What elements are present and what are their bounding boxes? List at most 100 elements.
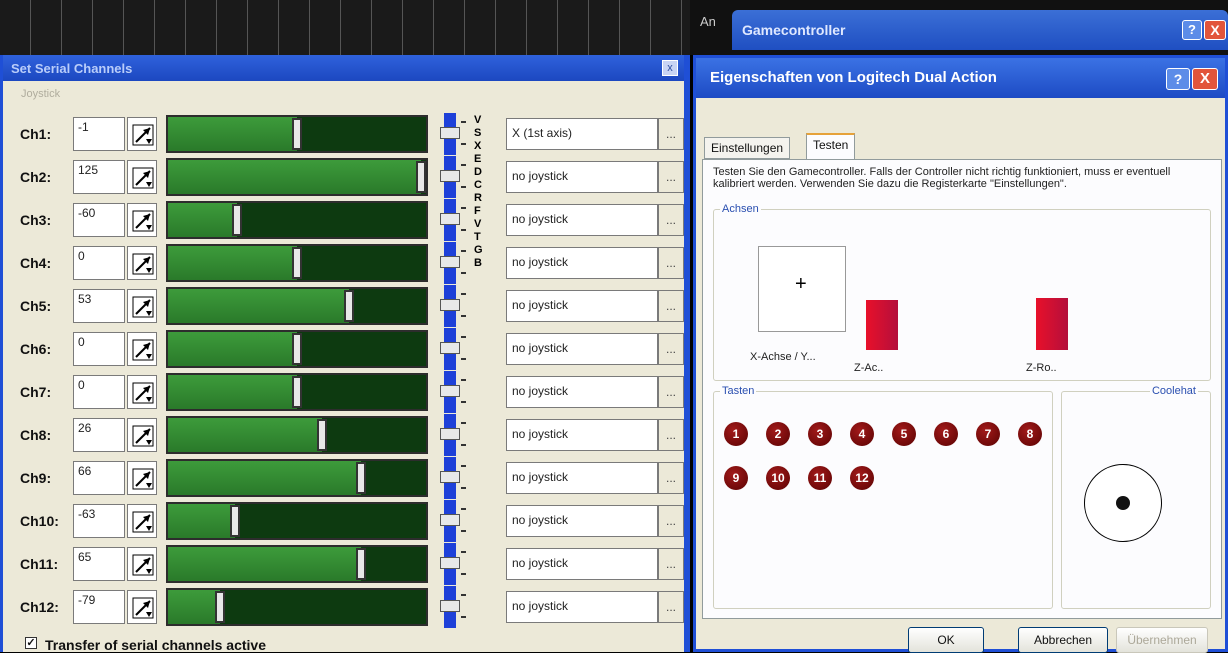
channel-config-button[interactable] <box>127 547 157 581</box>
channel-slider-thumb[interactable] <box>356 462 366 494</box>
apply-button[interactable]: Übernehmen <box>1116 627 1208 653</box>
joystick-assignment-field[interactable]: no joystick <box>506 419 658 451</box>
joystick-browse-button[interactable]: ... <box>658 419 684 451</box>
properties-help-button[interactable]: ? <box>1166 68 1190 90</box>
channel-value-field[interactable]: -63 <box>73 504 125 538</box>
gamecontroller-close-button[interactable]: X <box>1204 20 1226 40</box>
channel-slider-thumb[interactable] <box>356 548 366 580</box>
channel-slider[interactable] <box>166 373 428 411</box>
channel-value-field[interactable]: 0 <box>73 332 125 366</box>
trim-thumb[interactable] <box>440 385 460 397</box>
trim-thumb[interactable] <box>440 256 460 268</box>
channel-slider-thumb[interactable] <box>292 376 302 408</box>
channel-config-button[interactable] <box>127 590 157 624</box>
channel-config-button[interactable] <box>127 160 157 194</box>
transfer-option[interactable]: ✓ Transfer of serial channels active <box>25 637 266 653</box>
joystick-browse-button[interactable]: ... <box>658 290 684 322</box>
trim-thumb[interactable] <box>440 127 460 139</box>
trim-thumb[interactable] <box>440 514 460 526</box>
joystick-browse-button[interactable]: ... <box>658 118 684 150</box>
channel-value-field[interactable]: -60 <box>73 203 125 237</box>
channel-config-button[interactable] <box>127 461 157 495</box>
channel-value-field[interactable]: -79 <box>73 590 125 624</box>
channel-value-field[interactable]: 0 <box>73 246 125 280</box>
channel-slider[interactable] <box>166 244 428 282</box>
ok-button[interactable]: OK <box>908 627 984 653</box>
joystick-browse-button[interactable]: ... <box>658 161 684 193</box>
joystick-assignment-field[interactable]: no joystick <box>506 462 658 494</box>
channel-value-field[interactable]: 0 <box>73 375 125 409</box>
tab-einstellungen[interactable]: Einstellungen <box>704 137 791 159</box>
channel-value-field[interactable]: 66 <box>73 461 125 495</box>
channel-slider[interactable] <box>166 287 428 325</box>
transfer-checkbox[interactable]: ✓ <box>25 637 37 649</box>
channel-config-button[interactable] <box>127 289 157 323</box>
channel-slider-thumb[interactable] <box>292 333 302 365</box>
trim-thumb[interactable] <box>440 428 460 440</box>
joystick-browse-button[interactable]: ... <box>658 591 684 623</box>
channel-slider[interactable] <box>166 158 428 196</box>
channel-slider[interactable] <box>166 459 428 497</box>
channel-slider-thumb[interactable] <box>292 118 302 150</box>
channel-value-field[interactable]: 26 <box>73 418 125 452</box>
joystick-assignment-field[interactable]: X (1st axis) <box>506 118 658 150</box>
trim-thumb[interactable] <box>440 213 460 225</box>
channel-value-field[interactable]: 125 <box>73 160 125 194</box>
joystick-browse-button[interactable]: ... <box>658 376 684 408</box>
channel-config-button[interactable] <box>127 246 157 280</box>
joystick-browse-button[interactable]: ... <box>658 333 684 365</box>
trim-thumb[interactable] <box>440 342 460 354</box>
channel-config-button[interactable] <box>127 504 157 538</box>
joystick-assignment-field[interactable]: no joystick <box>506 333 658 365</box>
trim-thumb[interactable] <box>440 299 460 311</box>
channel-config-button[interactable] <box>127 332 157 366</box>
joystick-assignment-field[interactable]: no joystick <box>506 161 658 193</box>
serial-close-button[interactable]: x <box>662 60 678 76</box>
trim-thumb[interactable] <box>440 170 460 182</box>
gamecontroller-titlebar: Gamecontroller ? X <box>732 10 1228 50</box>
channel-slider-thumb[interactable] <box>317 419 327 451</box>
joystick-assignment-field[interactable]: no joystick <box>506 505 658 537</box>
channel-slider-thumb[interactable] <box>232 204 242 236</box>
joystick-assignment-field[interactable]: no joystick <box>506 376 658 408</box>
channel-value-field[interactable]: -1 <box>73 117 125 151</box>
channel-slider[interactable] <box>166 201 428 239</box>
channel-value-field[interactable]: 65 <box>73 547 125 581</box>
joystick-browse-button[interactable]: ... <box>658 204 684 236</box>
channel-slider-thumb[interactable] <box>344 290 354 322</box>
channel-config-button[interactable] <box>127 418 157 452</box>
channel-config-button[interactable] <box>127 203 157 237</box>
channel-slider[interactable] <box>166 588 428 626</box>
channel-config-button[interactable] <box>127 375 157 409</box>
cancel-button[interactable]: Abbrechen <box>1018 627 1108 653</box>
joystick-browse-button[interactable]: ... <box>658 505 684 537</box>
joystick-assignment-field[interactable]: no joystick <box>506 204 658 236</box>
joystick-browse-button[interactable]: ... <box>658 247 684 279</box>
channel-slider-thumb[interactable] <box>215 591 225 623</box>
joystick-assignment-field[interactable]: no joystick <box>506 247 658 279</box>
tab-testen[interactable]: Testen <box>806 133 856 160</box>
channel-slider[interactable] <box>166 330 428 368</box>
gamecontroller-help-button[interactable]: ? <box>1182 20 1202 40</box>
channel-slider-thumb[interactable] <box>292 247 302 279</box>
channel-config-button[interactable] <box>127 117 157 151</box>
joystick-assignment-field[interactable]: no joystick <box>506 290 658 322</box>
channel-slider[interactable] <box>166 502 428 540</box>
trim-thumb[interactable] <box>440 471 460 483</box>
channel-slider-thumb[interactable] <box>230 505 240 537</box>
channel-value-field[interactable]: 53 <box>73 289 125 323</box>
channel-slider-thumb[interactable] <box>416 161 426 193</box>
button-indicator: 12 <box>850 466 874 490</box>
trim-thumb[interactable] <box>440 557 460 569</box>
channel-slider[interactable] <box>166 115 428 153</box>
channel-slider[interactable] <box>166 416 428 454</box>
joystick-browse-button[interactable]: ... <box>658 462 684 494</box>
joystick-assignment-field[interactable]: no joystick <box>506 591 658 623</box>
tick-mark <box>461 616 466 618</box>
joystick-assignment-field[interactable]: no joystick <box>506 548 658 580</box>
channel-slider[interactable] <box>166 545 428 583</box>
tick-mark <box>461 508 466 510</box>
properties-close-button[interactable]: X <box>1192 68 1218 90</box>
trim-thumb[interactable] <box>440 600 460 612</box>
joystick-browse-button[interactable]: ... <box>658 548 684 580</box>
